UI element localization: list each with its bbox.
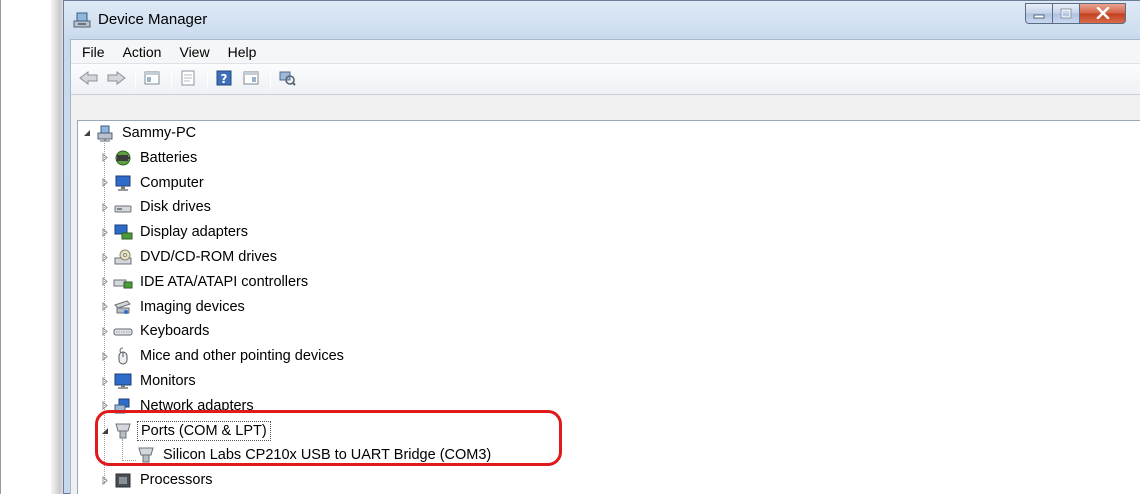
close-button[interactable]: [1080, 3, 1126, 24]
tree-item-label: Imaging devices: [140, 298, 245, 315]
dvd-drive-icon: [113, 248, 133, 266]
battery-icon: [113, 149, 133, 167]
tree-item-processors[interactable]: Processors: [100, 468, 216, 492]
toolbar-separator: [171, 69, 172, 89]
expand-triangle-icon[interactable]: [100, 474, 110, 486]
tree-item-label: Processors: [140, 472, 213, 489]
menu-help[interactable]: Help: [219, 41, 266, 63]
tree-item-label: Disk drives: [140, 199, 211, 216]
tree-item-ports[interactable]: Ports (COM & LPT): [100, 419, 271, 443]
tree-item-ide-controllers[interactable]: IDE ATA/ATAPI controllers: [100, 270, 311, 294]
menu-action[interactable]: Action: [114, 41, 171, 63]
menu-file[interactable]: File: [73, 41, 114, 63]
tree-item-label: Monitors: [140, 373, 196, 389]
tree-item-label: Batteries: [140, 149, 198, 166]
show-action-pane-button[interactable]: [239, 68, 263, 90]
minimize-icon: [1033, 6, 1045, 22]
show-hide-console-tree-icon: [144, 71, 160, 88]
device-tree: Sammy-PC Batteries Computer Disk drives: [77, 120, 1140, 494]
tree-item-label: Network adapters: [140, 397, 254, 414]
tree-item-batteries[interactable]: Batteries: [100, 146, 200, 170]
menu-bar: File Action View Help: [71, 40, 1140, 64]
port-icon: [136, 446, 156, 464]
forward-arrow-icon: [106, 70, 126, 88]
caption-buttons: [1025, 3, 1126, 24]
tree-item-silicon-labs-cp210x[interactable]: Silicon Labs CP210x USB to UART Bridge (…: [136, 443, 494, 467]
expand-triangle-icon[interactable]: [100, 276, 110, 288]
tree-item-monitors[interactable]: Monitors: [100, 369, 199, 393]
toolbar-separator: [270, 69, 271, 89]
expand-triangle-icon[interactable]: [100, 325, 110, 337]
expand-triangle-icon[interactable]: [100, 226, 110, 238]
help-icon: ?: [216, 70, 232, 89]
expand-triangle-icon[interactable]: [100, 251, 110, 263]
expand-triangle-icon[interactable]: [100, 375, 110, 387]
expand-triangle-icon[interactable]: [100, 201, 110, 213]
close-icon: [1096, 6, 1110, 22]
ide-controller-icon: [113, 273, 133, 291]
tree-item-label: IDE ATA/ATAPI controllers: [140, 273, 309, 290]
back-arrow-icon: [79, 70, 99, 88]
monitor-icon: [113, 372, 133, 390]
tree-item-network-adapters[interactable]: Network adapters: [100, 394, 257, 418]
background-window-edge: [0, 0, 66, 494]
display-adapter-icon: [113, 223, 133, 241]
tree-item-label: Display adapters: [140, 224, 248, 241]
collapse-triangle-icon[interactable]: [100, 425, 110, 437]
properties-button[interactable]: [176, 68, 200, 90]
network-adapter-icon: [113, 397, 133, 415]
tree-item-mice[interactable]: Mice and other pointing devices: [100, 344, 347, 368]
expand-triangle-icon[interactable]: [100, 177, 110, 189]
imaging-device-icon: [113, 298, 133, 316]
help-button[interactable]: ?: [212, 68, 236, 90]
processor-icon: [113, 471, 133, 489]
tree-item-disk-drives[interactable]: Disk drives: [100, 195, 214, 219]
device-manager-window: Device Manager File Action View Help ? S…: [63, 0, 1140, 494]
toolbar-separator: [207, 69, 208, 89]
mouse-icon: [113, 347, 133, 365]
tree-item-dvd-cd-rom-drives[interactable]: DVD/CD-ROM drives: [100, 245, 280, 269]
show-hide-console-tree-button[interactable]: [140, 68, 164, 90]
properties-icon: [181, 70, 195, 89]
svg-text:?: ?: [221, 72, 228, 86]
keyboard-icon: [113, 322, 133, 340]
disk-drive-icon: [113, 198, 133, 216]
expand-triangle-icon[interactable]: [100, 400, 110, 412]
window-title: Device Manager: [98, 11, 208, 28]
minimize-button[interactable]: [1025, 3, 1053, 24]
back-button[interactable]: [77, 68, 101, 90]
computer-icon: [113, 174, 133, 192]
port-icon: [113, 422, 133, 440]
scan-hardware-changes-icon: [278, 70, 296, 89]
forward-button[interactable]: [104, 68, 128, 90]
expand-triangle-icon[interactable]: [100, 350, 110, 362]
maximize-button[interactable]: [1053, 3, 1080, 24]
maximize-icon: [1060, 6, 1072, 22]
tree-item-computer[interactable]: Computer: [100, 171, 207, 195]
toolbar-separator: [135, 69, 136, 89]
client-area: File Action View Help ? Sammy-PC Batteri…: [70, 39, 1140, 494]
tree-item-display-adapters[interactable]: Display adapters: [100, 220, 251, 244]
expand-triangle-icon[interactable]: [100, 301, 110, 313]
collapse-triangle-icon[interactable]: [82, 127, 92, 139]
show-action-pane-icon: [243, 71, 259, 88]
tree-item-keyboards[interactable]: Keyboards: [100, 319, 212, 343]
tree-item-imaging-devices[interactable]: Imaging devices: [100, 295, 248, 319]
tree-item-label: Keyboards: [140, 323, 210, 340]
menu-view[interactable]: View: [170, 41, 218, 63]
expand-triangle-icon[interactable]: [100, 152, 110, 164]
toolbar: ?: [71, 64, 1140, 95]
device-manager-icon: [72, 11, 92, 29]
computer-root-icon: [95, 124, 115, 142]
scan-hardware-changes-button[interactable]: [275, 68, 299, 90]
tree-item-label: Mice and other pointing devices: [140, 348, 344, 365]
tree-item-label: DVD/CD-ROM drives: [140, 249, 277, 265]
tree-connector: [122, 460, 136, 461]
tree-item-label: Ports (COM & LPT): [137, 420, 271, 441]
tree-item-label: Silicon Labs CP210x USB to UART Bridge (…: [163, 447, 492, 464]
tree-item-label: Computer: [140, 174, 204, 191]
title-bar[interactable]: Device Manager: [64, 1, 1140, 39]
tree-root-label: Sammy-PC: [122, 125, 197, 141]
tree-root-sammy-pc[interactable]: Sammy-PC: [82, 121, 199, 145]
